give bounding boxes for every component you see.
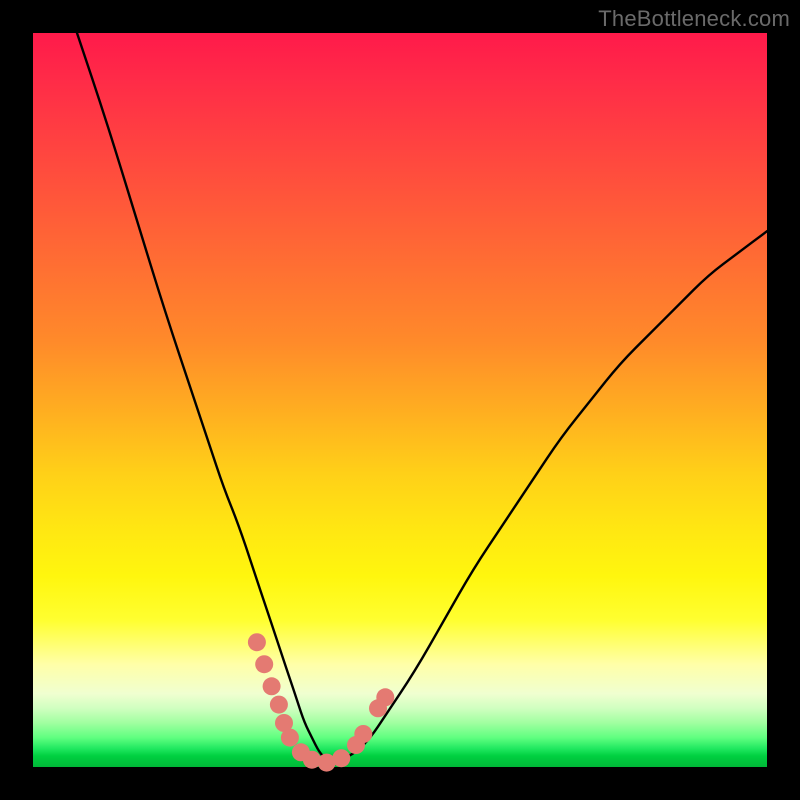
salmon-dot (263, 677, 281, 695)
salmon-dot (255, 655, 273, 673)
salmon-dot (354, 725, 372, 743)
watermark-text: TheBottleneck.com (598, 6, 790, 32)
salmon-dot (332, 749, 350, 767)
salmon-dot (376, 688, 394, 706)
black-curve (77, 33, 767, 762)
salmon-dot (248, 633, 266, 651)
salmon-dot (281, 729, 299, 747)
chart-frame: TheBottleneck.com (0, 0, 800, 800)
salmon-markers (248, 633, 394, 771)
chart-svg (33, 33, 767, 767)
salmon-dot (270, 696, 288, 714)
